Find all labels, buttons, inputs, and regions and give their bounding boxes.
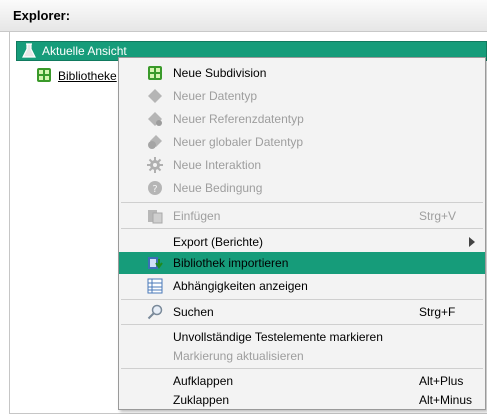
- menu-separator: [121, 228, 483, 229]
- menu-item-label: Neuer Datentyp: [173, 89, 258, 103]
- diamond-link-icon: [148, 112, 162, 126]
- menu-item-neue-subdivision[interactable]: Neue Subdivision: [119, 62, 485, 84]
- diamond-icon: [148, 89, 162, 103]
- menu-item-markierung-aktualisieren[interactable]: Markierung aktualisieren: [119, 345, 485, 367]
- tree-item-bibliotheke[interactable]: Bibliotheke: [58, 69, 117, 83]
- menu-item-shortcut: Alt+Plus: [419, 374, 464, 388]
- menu-item-label: Neuer Referenzdatentyp: [173, 112, 304, 126]
- submenu-arrow-icon: [469, 237, 475, 247]
- menu-item-abhaengigkeiten-anzeigen[interactable]: Abhängigkeiten anzeigen: [119, 275, 485, 297]
- menu-item-bibliothek-importieren[interactable]: Bibliothek importieren: [119, 252, 485, 274]
- question-icon: ?: [148, 181, 162, 195]
- context-menu: Neue Subdivision Neuer Datentyp Neuer Re…: [118, 57, 486, 410]
- flask-icon: [22, 43, 36, 58]
- tree-root-label: Aktuelle Ansicht: [42, 44, 127, 58]
- menu-item-label: Bibliothek importieren: [173, 256, 289, 270]
- menu-item-label: Aufklappen: [173, 374, 234, 388]
- menu-separator: [121, 299, 483, 300]
- menu-item-neue-bedingung[interactable]: ? Neue Bedingung: [119, 177, 485, 199]
- menu-item-shortcut: Strg+V: [419, 209, 457, 223]
- import-library-icon: [148, 257, 163, 269]
- menu-item-label: Neuer globaler Datentyp: [173, 135, 304, 149]
- svg-text:?: ?: [152, 184, 157, 195]
- green-grid-icon: [148, 66, 162, 80]
- diamond-global-icon: [148, 135, 162, 149]
- menu-item-neuer-globaler-datentyp[interactable]: Neuer globaler Datentyp: [119, 131, 485, 153]
- menu-item-label: Zuklappen: [173, 393, 230, 407]
- search-icon: [147, 304, 163, 320]
- menu-item-label: Unvollständige Testelemente markieren: [173, 330, 383, 344]
- table-icon: [147, 278, 163, 294]
- menu-separator: [121, 324, 483, 325]
- menu-item-shortcut: Strg+F: [419, 305, 456, 319]
- menu-item-label: Suchen: [173, 305, 214, 319]
- menu-item-label: Einfügen: [173, 209, 221, 223]
- menu-item-neue-interaktion[interactable]: Neue Interaktion: [119, 154, 485, 176]
- panel-title: Explorer:: [13, 8, 71, 23]
- explorer-header: Explorer:: [0, 0, 487, 32]
- gear-icon: [147, 157, 163, 173]
- menu-item-label: Export (Berichte): [173, 235, 264, 249]
- menu-item-neuer-referenzdatentyp[interactable]: Neuer Referenzdatentyp: [119, 108, 485, 130]
- menu-item-zuklappen[interactable]: Zuklappen Alt+Minus: [119, 389, 485, 411]
- menu-item-export-berichte[interactable]: Export (Berichte): [119, 231, 485, 253]
- menu-item-label: Abhängigkeiten anzeigen: [173, 279, 308, 293]
- library-grid-icon: [37, 68, 51, 82]
- menu-item-einfuegen[interactable]: Einfügen Strg+V: [119, 205, 485, 227]
- menu-item-label: Markierung aktualisieren: [173, 349, 304, 363]
- menu-item-shortcut: Alt+Minus: [419, 393, 473, 407]
- menu-separator: [121, 202, 483, 203]
- menu-item-label: Neue Subdivision: [173, 66, 267, 80]
- menu-item-neuer-datentyp[interactable]: Neuer Datentyp: [119, 85, 485, 107]
- menu-item-label: Neue Bedingung: [173, 181, 263, 195]
- menu-item-label: Neue Interaktion: [173, 158, 262, 172]
- menu-item-suchen[interactable]: Suchen Strg+F: [119, 301, 485, 323]
- paste-icon: [148, 210, 163, 224]
- menu-separator: [121, 368, 483, 369]
